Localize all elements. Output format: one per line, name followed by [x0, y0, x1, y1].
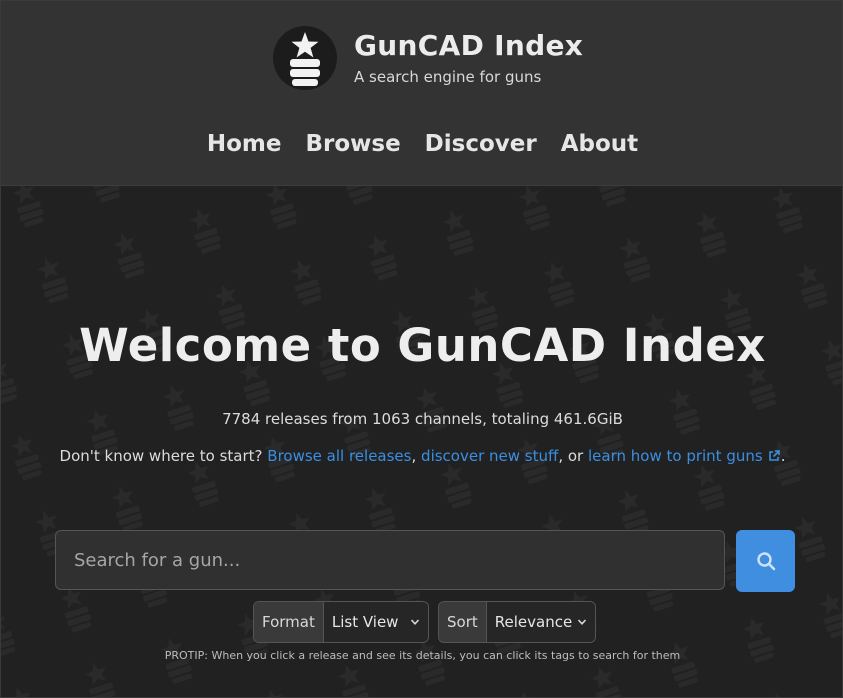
page-frame: GunCAD Index A search engine for guns Ho… — [0, 0, 843, 698]
sort-selected-value: Relevance — [494, 613, 573, 631]
format-selected-value: List View — [331, 613, 399, 631]
search-input[interactable] — [55, 530, 725, 590]
discover-new-stuff-link[interactable]: discover new stuff — [421, 447, 558, 465]
search-icon — [756, 552, 775, 571]
getting-started-text: Don't know where to start? Browse all re… — [1, 447, 842, 465]
format-select[interactable]: List View — [323, 602, 428, 642]
site-header: GunCAD Index A search engine for guns Ho… — [1, 1, 842, 186]
brand[interactable]: GunCAD Index A search engine for guns — [273, 25, 583, 91]
sort-select[interactable]: Relevance — [486, 602, 595, 642]
end-period: . — [780, 447, 786, 465]
learn-to-print-label: learn how to print guns — [588, 447, 763, 465]
protip-text: PROTIP: When you click a release and see… — [164, 649, 681, 662]
gun-magazine-star-icon — [273, 26, 337, 90]
nav-browse[interactable]: Browse — [305, 131, 400, 157]
separator-comma: , — [411, 447, 417, 465]
learn-to-print-link[interactable]: learn how to print guns — [588, 447, 781, 465]
sort-label: Sort — [439, 602, 487, 642]
nav-discover[interactable]: Discover — [425, 131, 537, 157]
nav-home[interactable]: Home — [207, 131, 282, 157]
site-title: GunCAD Index — [354, 29, 584, 62]
sort-control: Sort Relevance — [438, 601, 596, 643]
site-tagline: A search engine for guns — [354, 68, 542, 86]
format-control: Format List View — [253, 601, 429, 643]
chevron-down-icon — [410, 619, 420, 625]
format-label: Format — [254, 602, 324, 642]
separator-or: , or — [558, 447, 584, 465]
search-button[interactable] — [736, 530, 795, 592]
welcome-heading: Welcome to GunCAD Index — [79, 319, 766, 372]
nav-about[interactable]: About — [561, 131, 638, 157]
chevron-down-icon — [577, 619, 587, 625]
start-prefix: Don't know where to start? — [59, 447, 263, 465]
index-stats: 7784 releases from 1063 channels, totali… — [222, 410, 623, 428]
browse-all-releases-link[interactable]: Browse all releases — [267, 447, 411, 465]
main-nav: Home Browse Discover About — [1, 131, 842, 157]
external-link-icon — [768, 450, 780, 461]
